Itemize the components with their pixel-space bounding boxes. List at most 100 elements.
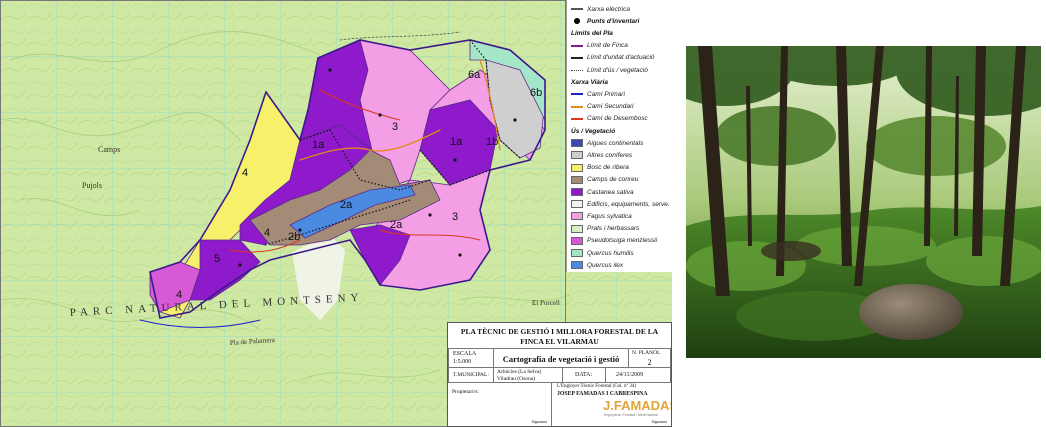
legend-item: Aigues continentals — [571, 137, 643, 149]
legend-symbol-icon — [571, 261, 583, 270]
legend-symbol-icon — [571, 224, 583, 233]
legend-item: Xarxa Viària — [571, 76, 608, 88]
legend-symbol-icon — [574, 18, 580, 25]
plan-number: 2 — [647, 358, 652, 367]
zone-label: 1a — [450, 136, 463, 148]
legend-label: Camí Primari — [587, 90, 625, 98]
legend-label: Límit d'unitat d'actuació — [587, 54, 655, 62]
place-label-pujols: Pujols — [82, 181, 102, 190]
legend-symbol-icon — [571, 69, 583, 71]
legend-symbol-icon — [571, 200, 583, 209]
legend-symbol-icon — [571, 175, 583, 184]
zone-label: 2a — [340, 199, 353, 211]
legend-item: Altres coníferes — [571, 149, 632, 161]
legend-item: Camí Secundari — [571, 101, 634, 113]
legend-symbol-icon — [571, 44, 583, 47]
legend-label: Quercus humilis — [587, 249, 634, 257]
plan-number-label: N. PLÀNOL — [632, 350, 661, 356]
legend-label: Quercus ilex — [587, 261, 624, 269]
legend-label: Ús / Vegetació — [571, 127, 616, 135]
legend-label: Límits del Pla — [571, 29, 613, 37]
map-title: Cartografia de vegetació i gestió — [502, 354, 620, 364]
signature-label-left: Signatura — [531, 419, 547, 424]
legend-symbol-icon — [571, 212, 583, 221]
legend-label: Fagus sylvatica — [587, 212, 632, 220]
legend-label: Prats i herbassars — [587, 225, 640, 233]
legend-item: Límit de Finca — [571, 40, 628, 52]
date-label: DATA: — [575, 372, 593, 378]
legend-item: Prats i herbassars — [571, 223, 639, 235]
legend-label: Punts d'inventari — [587, 17, 640, 25]
legend-symbol-icon — [571, 56, 583, 59]
date-value: 24/11/2009 — [616, 372, 644, 378]
legend-item: Quercus ilex — [571, 259, 623, 271]
legend-symbol-icon — [571, 163, 583, 172]
plan-title-line2: FINCA EL VILARMAU — [520, 337, 599, 346]
legend-item: Quercus humilis — [571, 247, 634, 259]
legend-symbol-icon — [571, 188, 583, 196]
zone-label: 2a — [390, 219, 403, 231]
legend-item: Camí Primari — [571, 88, 625, 100]
forest-photo — [686, 46, 1041, 358]
legend-symbol-icon — [571, 117, 583, 120]
company-logo: J.FAMADAS Enginyeria, Forestal i Medi Na… — [603, 398, 671, 417]
place-label-camps: Camps — [98, 145, 120, 154]
place-label-porcell: El Porcell — [532, 299, 560, 307]
municipal-label: T.MUNICIPAL: — [453, 372, 489, 378]
legend-label: Camí de Desembosc — [587, 115, 648, 123]
zone-label: 1b — [486, 136, 498, 148]
legend-item: Xarxa elèctrica — [571, 3, 630, 15]
legend-symbol-icon — [571, 151, 583, 160]
legend-symbol-icon — [571, 249, 583, 257]
legend-label: Bosc de ribera — [587, 164, 629, 172]
zone-label: 4 — [176, 289, 182, 301]
signature-label-right: Signatura — [651, 419, 667, 424]
legend-symbol-icon — [571, 139, 583, 148]
legend-item: Límit d'ús / vegetació — [571, 64, 648, 76]
legend-item: Límits del Pla — [571, 27, 613, 39]
legend-item: Ús / Vegetació — [571, 125, 615, 137]
legend-item: Bosc de ribera — [571, 162, 629, 174]
legend-label: Pseudotsuga menziessii — [587, 237, 658, 245]
legend-symbol-icon — [571, 105, 583, 108]
zone-label: 3 — [452, 211, 458, 223]
legend-symbol-icon — [571, 236, 583, 245]
legend-label: Límit d'ús / vegetació — [587, 66, 648, 74]
legend-item: Límit d'unitat d'actuació — [571, 52, 655, 64]
legend-label: Edificis, equipaments, serve. — [587, 200, 670, 208]
zone-label: 5 — [214, 253, 220, 265]
legend-label: Límit de Finca — [587, 42, 628, 50]
legend-label: Altres coníferes — [587, 151, 633, 159]
legend-symbol-icon — [571, 93, 583, 96]
legend-label: Camps de conreu — [587, 176, 639, 184]
zone-label: 6a — [468, 69, 481, 81]
zone-label: 6b — [530, 87, 542, 99]
engineer-role: L'Enginyer Tècnic Forestal (Col. nº 34) — [557, 384, 637, 389]
legend-label: Xarxa elèctrica — [587, 5, 630, 13]
owner-label: Propietari/s: — [452, 389, 479, 395]
legend-item: Pseudotsuga menziessii — [571, 235, 657, 247]
legend-item: Fagus sylvatica — [571, 210, 632, 222]
map-legend: Xarxa elèctrica Punts d'inventari Límits d… — [566, 0, 673, 272]
municipal-line1: Arbúcies (La Selva) — [497, 369, 542, 375]
legend-item: Edificis, equipaments, serve. — [571, 198, 670, 210]
plan-title-line1: PLA TÈCNIC DE GESTIÓ I MILLORA FORESTAL … — [460, 327, 659, 336]
title-block: PLA TÈCNIC DE GESTIÓ I MILLORA FORESTAL … — [447, 322, 672, 427]
scale-label: ESCALA — [453, 351, 477, 357]
legend-item: Camí de Desembosc — [571, 113, 648, 125]
engineer-name: JOSEP FAMADAS I CABRESPINA — [557, 391, 648, 397]
legend-item: Camps de conreu — [571, 174, 638, 186]
legend-label: Aigues continentals — [587, 139, 644, 147]
scale-value: 1:5.000 — [453, 359, 472, 365]
legend-label: Xarxa Viària — [571, 78, 608, 86]
legend-label: Camí Secundari — [587, 103, 634, 111]
zone-label: 4 — [264, 227, 270, 239]
zone-label: 2b — [288, 231, 300, 243]
zone-label: 1a — [312, 139, 325, 151]
zone-label: 3 — [392, 121, 398, 133]
zone-label: 4 — [242, 167, 248, 179]
legend-item: Castanea sativa — [571, 186, 634, 198]
legend-item: Punts d'inventari — [571, 15, 639, 27]
legend-label: Castanea sativa — [587, 188, 634, 196]
legend-symbol-icon — [571, 8, 583, 10]
